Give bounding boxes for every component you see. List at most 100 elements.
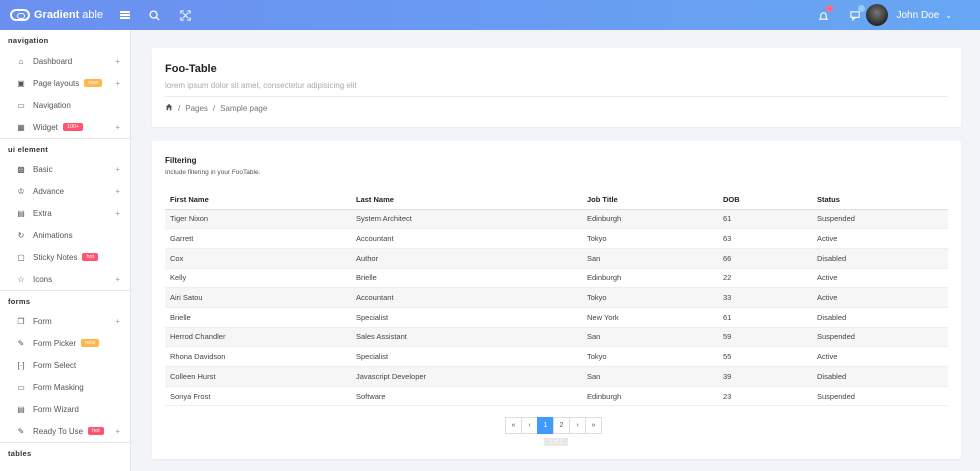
sidebar-item-form-select[interactable]: [·] Form Select [0, 354, 130, 376]
table-cell: Active [812, 346, 948, 367]
page-subtitle: lorem ipsum dolor sit amet, consectetur … [165, 81, 357, 90]
search-icon[interactable] [147, 8, 161, 22]
table-cell: Garrett [165, 228, 351, 249]
divider [165, 96, 948, 97]
home-icon: ⌂ [18, 56, 24, 66]
sidebar-item-label: Icons [33, 274, 53, 284]
next-page-button[interactable]: › [569, 417, 586, 434]
sidebar-item-animations[interactable]: ↻ Animations [0, 224, 130, 246]
expand-icon: + [115, 165, 120, 174]
sidebar-item-dashboard[interactable]: ⌂ Dashboard + [0, 50, 130, 72]
table-row[interactable]: Airi Satou Accountant Tokyo 33 Active [165, 287, 948, 308]
table-cell: Cox [165, 248, 351, 269]
table-cell: New York [582, 307, 718, 328]
brand-logo[interactable]: Gradient able [10, 9, 130, 21]
table-cell: System Architect [351, 209, 582, 230]
sidebar-item-form-masking[interactable]: ▭ Form Masking [0, 376, 130, 398]
first-page-button[interactable]: « [505, 417, 522, 434]
table-row[interactable]: Cox Author San 66 Disabled [165, 248, 948, 269]
chat-icon[interactable] [848, 5, 865, 22]
expand-icon: + [115, 317, 120, 326]
grid-icon: ▦ [17, 122, 25, 132]
table-cell: 63 [718, 228, 812, 249]
table-row[interactable]: Rhona Davidson Specialist Tokyo 55 Active [165, 346, 948, 367]
table-cell: Accountant [351, 228, 582, 249]
user-menu[interactable]: John Doe ⌄ [866, 4, 952, 26]
sidebar-item-label: Extra [33, 208, 52, 218]
column-header-first-name[interactable]: First Name [165, 191, 351, 210]
credit-card-icon: ▭ [17, 382, 25, 392]
fullscreen-icon[interactable] [178, 8, 192, 22]
table-cell: 33 [718, 287, 812, 308]
table-cell: 66 [718, 248, 812, 269]
page-info: 1 of 2 [544, 438, 568, 446]
sidebar-item-icons[interactable]: ☆ Icons + [0, 268, 130, 290]
column-header-dob[interactable]: DOB [718, 191, 812, 210]
table-cell: Brielle [351, 268, 582, 289]
sidebar-item-extra[interactable]: ▤ Extra + [0, 202, 130, 224]
sidebar-item-label: Form Masking [33, 382, 84, 392]
menu-toggle-icon[interactable] [120, 11, 130, 19]
table-row[interactable]: Garrett Accountant Tokyo 63 Active [165, 228, 948, 249]
sidebar-item-sticky-notes[interactable]: ▢ Sticky Notes hot [0, 246, 130, 268]
sidebar-item-advance[interactable]: ♔ Advance + [0, 180, 130, 202]
hot-tag: hot [88, 427, 104, 435]
hot-tag: hot [82, 253, 99, 261]
table-cell: 61 [718, 209, 812, 230]
table-row[interactable]: Kelly Brielle Edinburgh 22 Active [165, 268, 948, 289]
column-header-job-title[interactable]: Job Title [582, 191, 718, 210]
table-cell: Colleen Hurst [165, 366, 351, 387]
sidebar-item-label: Ready To Use [33, 426, 84, 436]
table-cell: Suspended [812, 386, 948, 407]
edit-square-icon: ✎ [17, 426, 25, 436]
last-page-button[interactable]: » [585, 417, 602, 434]
foo-table: First Name Last Name Job Title DOB Statu… [165, 191, 948, 407]
table-row[interactable]: Sonya Frost Software Edinburgh 23 Suspended [165, 386, 948, 407]
page-2-button[interactable]: 2 [553, 417, 570, 434]
sidebar-item-form[interactable]: ❐ Form + [0, 310, 130, 332]
sidebar-item-label: Page layouts [33, 78, 80, 88]
notification-bell-icon[interactable] [816, 5, 833, 22]
table-cell: 22 [718, 268, 812, 289]
sidebar-item-label: Form Select [33, 360, 77, 370]
breadcrumb-item-sample-page[interactable]: Sample page [220, 104, 267, 113]
sidebar-item-page-layouts[interactable]: ▣ Page layouts new + [0, 72, 130, 94]
table-cell: Disabled [812, 307, 948, 328]
page-1-button[interactable]: 1 [537, 417, 554, 434]
notification-badge [826, 5, 833, 12]
sidebar-item-navigation[interactable]: ▭ Navigation [0, 94, 130, 116]
column-header-last-name[interactable]: Last Name [351, 191, 582, 210]
sidebar-item-ready-to-use[interactable]: ✎ Ready To Use hot + [0, 420, 130, 442]
sidebar-item-form-wizard[interactable]: ▤ Form Wizard [0, 398, 130, 420]
breadcrumb-item-pages[interactable]: Pages [185, 104, 208, 113]
home-icon[interactable] [165, 103, 173, 113]
prev-page-button[interactable]: ‹ [521, 417, 538, 434]
sidebar: navigation ⌂ Dashboard + ▣ Page layouts … [0, 30, 131, 471]
table-cell: Disabled [812, 366, 948, 387]
table-row[interactable]: Colleen Hurst Javascript Developer San 39 Di… [165, 366, 948, 387]
sidebar-item-label: Animations [33, 230, 73, 240]
table-cell: San [582, 327, 718, 348]
table-cell: Edinburgh [582, 386, 718, 407]
expand-icon: + [115, 123, 120, 132]
table-cell: Tiger Nixon [165, 209, 351, 230]
table-cell: Javascript Developer [351, 366, 582, 387]
expand-icon: + [115, 275, 120, 284]
table-cell: 55 [718, 346, 812, 367]
crown-icon: ♔ [17, 186, 25, 196]
expand-icon: + [115, 427, 120, 436]
column-header-status[interactable]: Status [812, 191, 948, 210]
table-cell: San [582, 248, 718, 269]
breadcrumb-separator: / [212, 103, 216, 113]
card-subtitle: Include filtering in your FooTable. [165, 169, 261, 176]
table-row[interactable]: Brielle Specialist New York 61 Disabled [165, 307, 948, 328]
chevron-down-icon: ⌄ [945, 10, 952, 20]
table-cell: Specialist [351, 346, 582, 367]
table-row[interactable]: Tiger Nixon System Architect Edinburgh 61 Su… [165, 209, 948, 230]
table-row[interactable]: Herrod Chandler Sales Assistant San 59 Suspe… [165, 327, 948, 348]
table-cell: 59 [718, 327, 812, 348]
sidebar-item-widget[interactable]: ▦ Widget 100+ + [0, 116, 130, 138]
sidebar-item-form-picker[interactable]: ✎ Form Picker new [0, 332, 130, 354]
gift-icon: ▤ [17, 208, 25, 218]
sidebar-item-basic[interactable]: ▩ Basic + [0, 158, 130, 180]
